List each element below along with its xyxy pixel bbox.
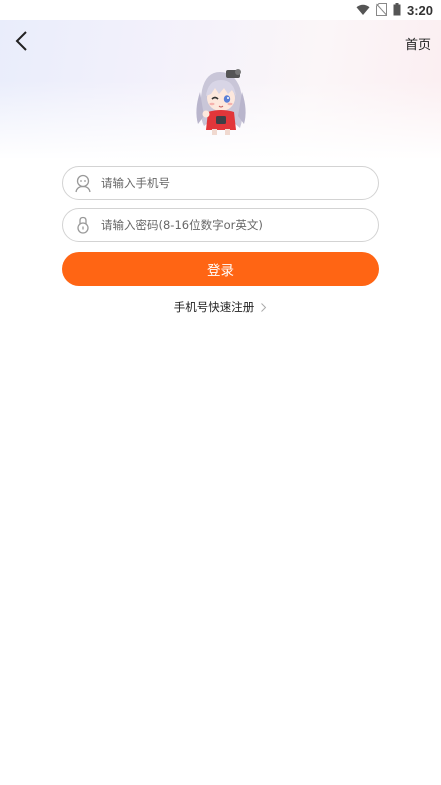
back-button[interactable] bbox=[8, 28, 34, 54]
register-label: 手机号快速注册 bbox=[173, 300, 255, 314]
chevron-left-icon bbox=[15, 31, 27, 51]
mascot-avatar bbox=[188, 66, 254, 136]
password-field[interactable] bbox=[62, 208, 379, 242]
lock-icon bbox=[73, 215, 93, 235]
status-bar: 3:20 bbox=[0, 0, 441, 20]
wifi-icon bbox=[356, 1, 370, 20]
home-link[interactable]: 首页 bbox=[405, 34, 431, 53]
no-sim-icon bbox=[375, 1, 387, 20]
chevron-right-icon bbox=[261, 302, 267, 312]
user-icon bbox=[73, 173, 93, 193]
status-time: 3:20 bbox=[406, 2, 433, 18]
password-input[interactable] bbox=[101, 218, 371, 232]
register-link[interactable]: 手机号快速注册 bbox=[0, 299, 441, 315]
battery-icon bbox=[393, 1, 401, 20]
phone-field[interactable] bbox=[62, 166, 379, 200]
login-button[interactable]: 登录 bbox=[62, 252, 379, 286]
phone-input[interactable] bbox=[101, 176, 371, 190]
